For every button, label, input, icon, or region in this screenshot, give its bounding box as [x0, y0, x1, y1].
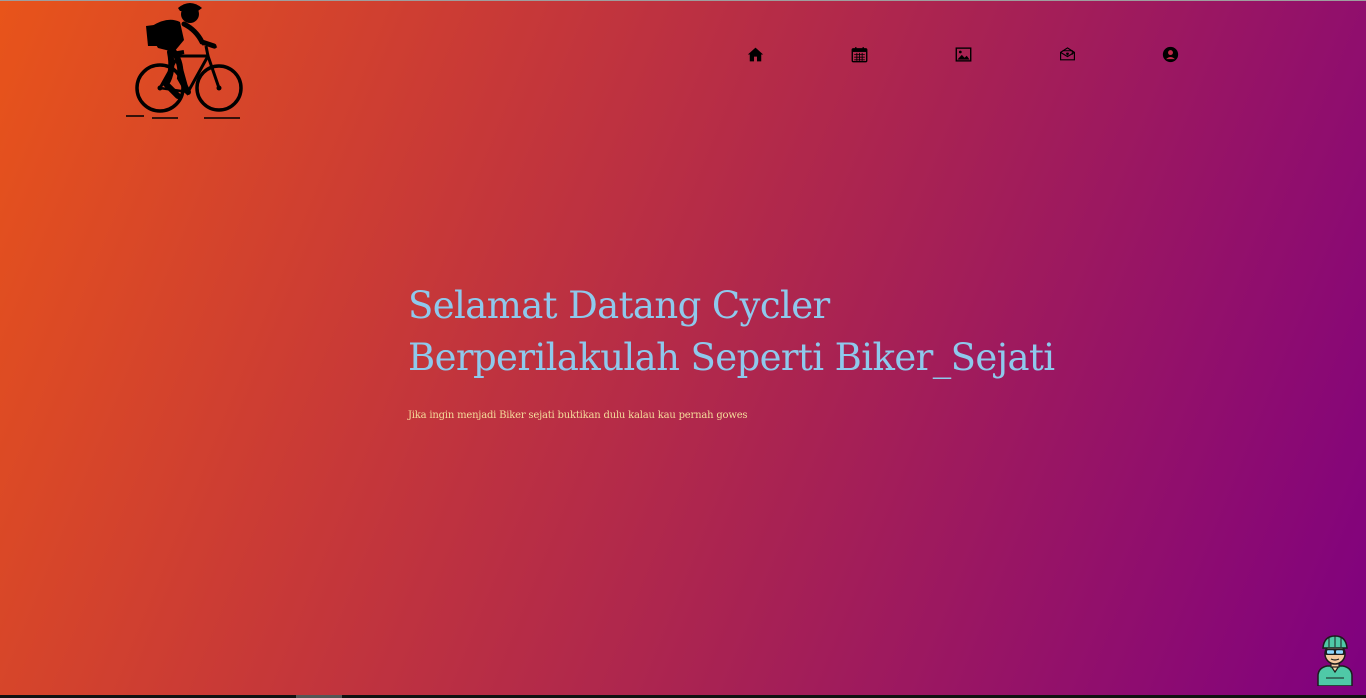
hero-subtitle: Jika ingin menjadi Biker sejati buktikan… — [408, 410, 748, 421]
cyclist-avatar-icon[interactable] — [1314, 634, 1356, 687]
hero-section: Selamat Datang Cycler Berperilakulah Sep… — [408, 280, 1168, 421]
nav-gallery[interactable] — [953, 44, 973, 64]
mail-icon — [1059, 46, 1075, 60]
home-icon — [747, 47, 763, 61]
calendar-icon — [851, 46, 867, 62]
nav-home[interactable] — [745, 44, 765, 64]
hero-title-line-1: Selamat Datang Cycler — [408, 284, 830, 327]
nav-contact[interactable] — [1057, 44, 1077, 64]
nav-profile[interactable] — [1160, 44, 1180, 64]
hero-title-line-2: Berperilakulah Seperti Biker_Sejati — [408, 336, 1055, 379]
hero-title: Selamat Datang Cycler Berperilakulah Sep… — [408, 280, 1168, 384]
user-icon — [1162, 46, 1178, 62]
main-nav — [0, 44, 1366, 66]
nav-calendar[interactable] — [849, 44, 869, 64]
image-icon — [955, 46, 971, 62]
